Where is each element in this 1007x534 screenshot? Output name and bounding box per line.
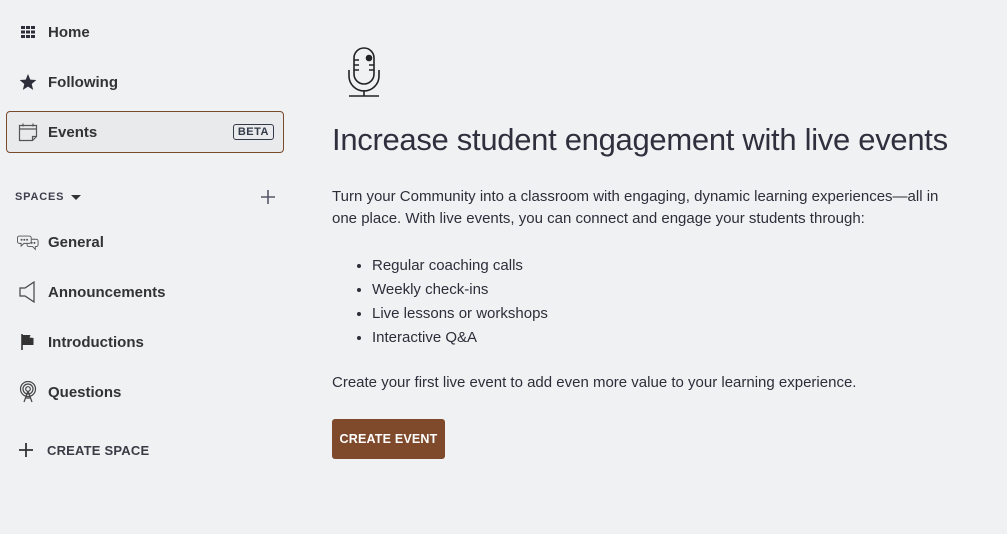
sidebar-item-label: Introductions <box>48 333 144 351</box>
microphone-icon <box>346 46 382 103</box>
sidebar-item-home[interactable]: Home <box>6 11 284 53</box>
plus-icon <box>261 190 275 204</box>
sidebar-item-events[interactable]: Events BETA <box>6 111 284 153</box>
sidebar-item-general[interactable]: General <box>6 221 284 263</box>
sidebar-item-label: General <box>48 233 104 251</box>
broadcast-tower-icon <box>17 381 39 403</box>
star-icon <box>17 71 39 93</box>
benefits-list: Regular coaching calls Weekly check-ins … <box>354 254 548 350</box>
create-space-button[interactable]: CREATE SPACE <box>16 438 149 462</box>
add-space-button[interactable] <box>261 186 275 208</box>
beta-badge: BETA <box>232 124 274 140</box>
create-space-label: CREATE SPACE <box>47 442 150 458</box>
grid-icon <box>17 21 39 43</box>
sidebar-item-label: Events <box>48 123 98 141</box>
sidebar-item-following[interactable]: Following <box>6 61 284 103</box>
page-title: Increase student engagement with live ev… <box>332 122 948 157</box>
sidebar-item-introductions[interactable]: Introductions <box>6 321 284 363</box>
sidebar-item-label: Home <box>48 23 90 41</box>
calendar-icon <box>17 121 39 143</box>
sidebar-item-label: Following <box>48 73 118 91</box>
plus-icon <box>16 439 36 461</box>
spaces-toggle[interactable]: SPACES <box>15 191 64 203</box>
list-item: Weekly check-ins <box>372 278 548 302</box>
list-item: Interactive Q&A <box>372 326 548 350</box>
chat-bubbles-icon <box>17 231 39 253</box>
sidebar-item-label: Questions <box>48 383 122 401</box>
create-event-button[interactable]: CREATE EVENT <box>332 419 445 459</box>
sidebar: Home Following Events BETA SPACES Genera… <box>0 0 300 534</box>
sidebar-item-announcements[interactable]: Announcements <box>6 271 284 313</box>
list-item: Live lessons or workshops <box>372 302 548 326</box>
outro-text: Create your first live event to add even… <box>332 374 857 391</box>
megaphone-icon <box>17 281 39 303</box>
list-item: Regular coaching calls <box>372 254 548 278</box>
spaces-header: SPACES <box>15 186 275 208</box>
flag-icon <box>17 331 39 353</box>
sidebar-item-label: Announcements <box>48 283 166 301</box>
caret-down-icon[interactable] <box>71 194 82 200</box>
intro-text: Turn your Community into a classroom wit… <box>332 188 939 227</box>
sidebar-item-questions[interactable]: Questions <box>6 371 284 413</box>
